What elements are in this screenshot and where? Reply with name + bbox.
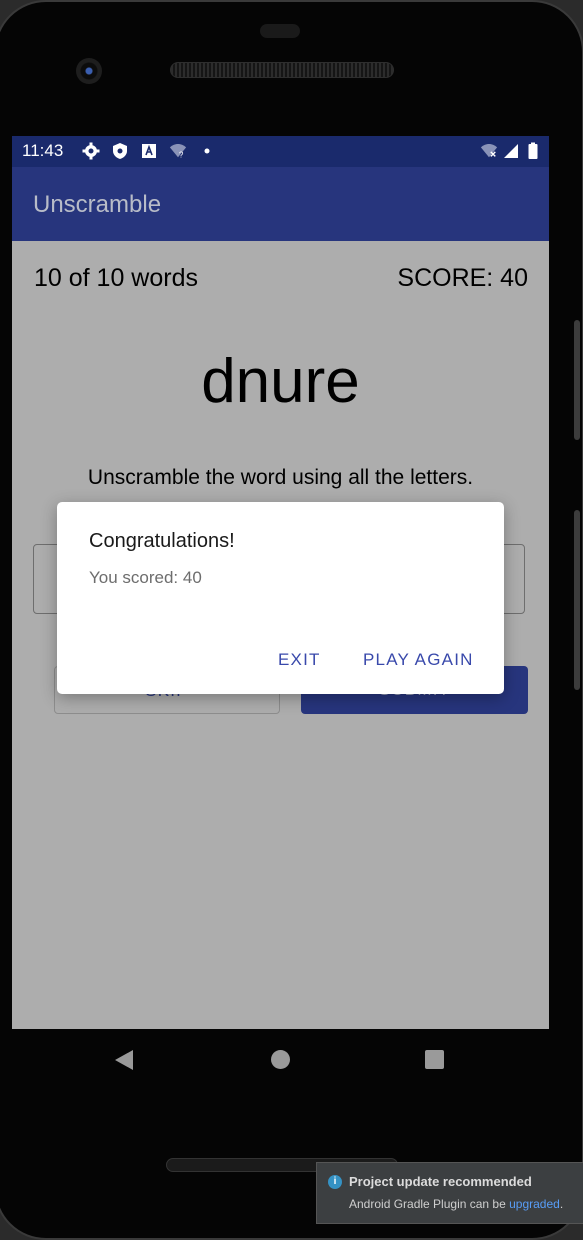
exit-button[interactable]: EXIT xyxy=(278,650,321,670)
power-button xyxy=(574,510,580,690)
upgrade-link[interactable]: upgraded xyxy=(509,1197,560,1211)
home-icon[interactable] xyxy=(271,1050,290,1069)
app-title: Unscramble xyxy=(33,191,162,218)
signal-icon xyxy=(502,142,520,160)
ide-notification[interactable]: i Project update recommended Android Gra… xyxy=(316,1162,583,1224)
speaker-grille xyxy=(170,62,394,78)
score-label: SCORE: 40 xyxy=(397,264,528,292)
back-icon[interactable] xyxy=(114,1049,134,1076)
volume-button xyxy=(574,320,580,440)
recents-icon[interactable] xyxy=(425,1050,444,1069)
play-again-button[interactable]: PLAY AGAIN xyxy=(363,650,474,670)
notification-title: Project update recommended xyxy=(349,1174,532,1189)
wifi-off-icon xyxy=(480,142,498,160)
dialog-message: You scored: 40 xyxy=(89,568,202,587)
instructions-text: Unscramble the word using all the letter… xyxy=(87,466,474,489)
notification-body-suffix: . xyxy=(559,1197,564,1211)
notification-body-text: Android Gradle Plugin can be xyxy=(349,1197,510,1211)
dot-icon xyxy=(198,142,216,160)
device-screen: 11:43 ? Unscramble 10 of 10 words SCORE:… xyxy=(12,136,549,1029)
congratulations-dialog: Congratulations! You scored: 40 EXIT PLA… xyxy=(57,502,504,694)
gear-icon xyxy=(82,142,100,160)
notification-body: Android Gradle Plugin can be upgraded. xyxy=(349,1197,563,1211)
wifi-question-icon: ? xyxy=(169,142,187,160)
scrambled-word: dnure xyxy=(201,347,360,416)
shield-icon xyxy=(111,142,129,160)
status-time: 11:43 xyxy=(22,141,64,160)
app-bar: Unscramble xyxy=(12,167,549,241)
battery-icon xyxy=(524,142,542,160)
camera-icon xyxy=(76,58,102,84)
top-notch xyxy=(260,24,300,38)
svg-text:?: ? xyxy=(179,150,184,159)
info-icon: i xyxy=(328,1175,342,1189)
dialog-title: Congratulations! xyxy=(89,530,235,552)
status-bar: 11:43 ? xyxy=(12,136,549,167)
word-count: 10 of 10 words xyxy=(34,264,198,292)
a-box-icon xyxy=(140,142,158,160)
